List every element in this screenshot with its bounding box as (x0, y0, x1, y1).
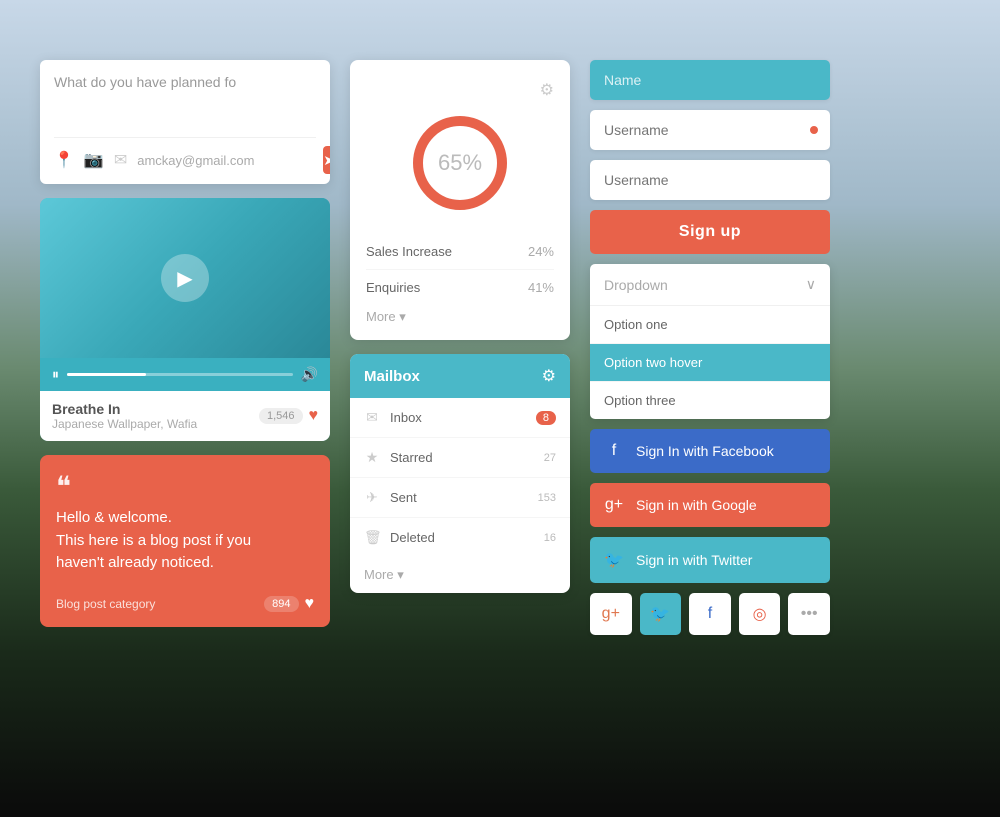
google-small-icon: g+ (602, 605, 620, 623)
email-input[interactable] (137, 153, 313, 168)
camera-icon[interactable]: 📷 (84, 150, 104, 170)
stat-row-enquiries: Enquiries 41% (366, 270, 554, 305)
mailbox-card: Mailbox ⚙ ✉ Inbox 8 ★ Starred 27 ✈ Sent … (350, 354, 570, 593)
stat-row-sales: Sales Increase 24% (366, 234, 554, 270)
blog-footer: Blog post category 894 ♥ (56, 595, 314, 613)
donut-chart: 65% (405, 108, 515, 218)
video-info: Breathe In Japanese Wallpaper, Wafia 1,5… (40, 391, 330, 441)
blog-category: Blog post category (56, 597, 155, 611)
stat-label-sales: Sales Increase (366, 244, 452, 259)
deleted-icon: 🗑 (364, 529, 380, 546)
mailbox-header: Mailbox ⚙ (350, 354, 570, 398)
stats-more-link[interactable]: More ▾ (366, 309, 406, 325)
sent-label: Sent (390, 490, 528, 505)
play-button[interactable]: ▶ (161, 254, 209, 302)
video-thumbnail: ▶ (40, 198, 330, 358)
dropdown: Dropdown ∨ Option one Option two hover O… (590, 264, 830, 419)
quote-mark: ❝ (56, 473, 314, 501)
facebook-signin-button[interactable]: f Sign In with Facebook (590, 429, 830, 473)
donut-label: 65% (438, 150, 482, 176)
column-1: What do you have planned fo 📍 📷 ✉ ➤ ▶ ⏸ … (40, 60, 330, 627)
mail-item-sent[interactable]: ✈ Sent 153 (350, 478, 570, 518)
dribbble-small-icon: ◎ (753, 604, 767, 624)
mail-item-starred[interactable]: ★ Starred 27 (350, 438, 570, 478)
inbox-icon: ✉ (364, 409, 380, 426)
mail-item-inbox[interactable]: ✉ Inbox 8 (350, 398, 570, 438)
stat-val-enquiries: 41% (528, 280, 554, 295)
stat-val-sales: 24% (528, 244, 554, 259)
twitter-signin-label: Sign in with Twitter (636, 552, 752, 568)
text-input-card: What do you have planned fo 📍 📷 ✉ ➤ (40, 60, 330, 184)
deleted-count: 16 (544, 532, 556, 544)
stats-card: ⚙ 65% Sales Increase 24% Enquiries 41% (350, 60, 570, 340)
mailbox-more-link[interactable]: More ▾ (350, 557, 418, 593)
donut-container: 65% (366, 108, 554, 218)
mail-icon[interactable]: ✉ (114, 150, 127, 170)
more-small-icon: ••• (801, 605, 818, 623)
stats-gear-icon[interactable]: ⚙ (540, 82, 554, 99)
google-icon: g+ (604, 496, 624, 514)
column-3: Sign up Dropdown ∨ Option one Option two… (590, 60, 830, 635)
volume-icon[interactable]: 🔊 (301, 366, 318, 383)
facebook-icon: f (604, 442, 624, 460)
google-signin-button[interactable]: g+ Sign in with Google (590, 483, 830, 527)
username2-input[interactable] (590, 160, 830, 200)
google-small-button[interactable]: g+ (590, 593, 632, 635)
stat-label-enquiries: Enquiries (366, 280, 420, 295)
song-artist: Japanese Wallpaper, Wafia (52, 417, 197, 431)
dropdown-option-three[interactable]: Option three (590, 382, 830, 419)
mailbox-gear-icon[interactable]: ⚙ (542, 366, 556, 386)
pause-icon[interactable]: ⏸ (52, 366, 59, 383)
facebook-small-icon: f (708, 605, 712, 623)
starred-label: Starred (390, 450, 534, 465)
starred-icon: ★ (364, 449, 380, 466)
heart-icon[interactable]: ♥ (309, 407, 319, 425)
starred-count: 27 (544, 452, 556, 464)
video-controls: ⏸ 🔊 (40, 358, 330, 391)
name-input[interactable] (590, 60, 830, 100)
blog-text: Hello & welcome.This here is a blog post… (56, 507, 314, 575)
mailbox-title: Mailbox (364, 368, 420, 385)
send-button[interactable]: ➤ (323, 146, 330, 174)
song-title: Breathe In (52, 401, 197, 417)
facebook-signin-label: Sign In with Facebook (636, 443, 774, 459)
username-input-wrap (590, 110, 830, 150)
inbox-label: Inbox (390, 410, 526, 425)
inbox-badge: 8 (536, 411, 556, 425)
mail-item-deleted[interactable]: 🗑 Deleted 16 (350, 518, 570, 557)
twitter-icon: 🐦 (604, 550, 624, 570)
facebook-small-button[interactable]: f (689, 593, 731, 635)
chevron-down-icon: ∨ (806, 276, 816, 293)
social-icons-row: g+ 🐦 f ◎ ••• (590, 593, 830, 635)
dropdown-option-two[interactable]: Option two hover (590, 344, 830, 382)
twitter-small-icon: 🐦 (650, 604, 670, 624)
video-meta: 1,546 ♥ (259, 407, 318, 425)
google-signin-label: Sign in with Google (636, 497, 757, 513)
username-input[interactable] (590, 110, 830, 150)
like-count: 1,546 (259, 408, 303, 424)
sent-icon: ✈ (364, 489, 380, 506)
signup-button[interactable]: Sign up (590, 210, 830, 254)
progress-bar[interactable] (67, 373, 293, 376)
twitter-small-button[interactable]: 🐦 (640, 593, 682, 635)
dropdown-header[interactable]: Dropdown ∨ (590, 264, 830, 306)
deleted-label: Deleted (390, 530, 534, 545)
blog-card: ❝ Hello & welcome.This here is a blog po… (40, 455, 330, 627)
progress-fill (67, 373, 146, 376)
location-icon[interactable]: 📍 (54, 150, 74, 170)
blog-heart-icon[interactable]: ♥ (305, 595, 315, 613)
input-error-dot (810, 126, 818, 134)
blog-meta: 894 ♥ (264, 595, 314, 613)
dropdown-option-one[interactable]: Option one (590, 306, 830, 344)
sent-count: 153 (538, 492, 556, 504)
post-textarea[interactable]: What do you have planned fo (54, 74, 316, 124)
dropdown-label: Dropdown (604, 277, 668, 293)
column-2: ⚙ 65% Sales Increase 24% Enquiries 41% (350, 60, 570, 593)
twitter-signin-button[interactable]: 🐦 Sign in with Twitter (590, 537, 830, 583)
video-card: ▶ ⏸ 🔊 Breathe In Japanese Wallpaper, Waf… (40, 198, 330, 441)
blog-count: 894 (264, 596, 298, 612)
more-small-button[interactable]: ••• (788, 593, 830, 635)
dribbble-small-button[interactable]: ◎ (739, 593, 781, 635)
